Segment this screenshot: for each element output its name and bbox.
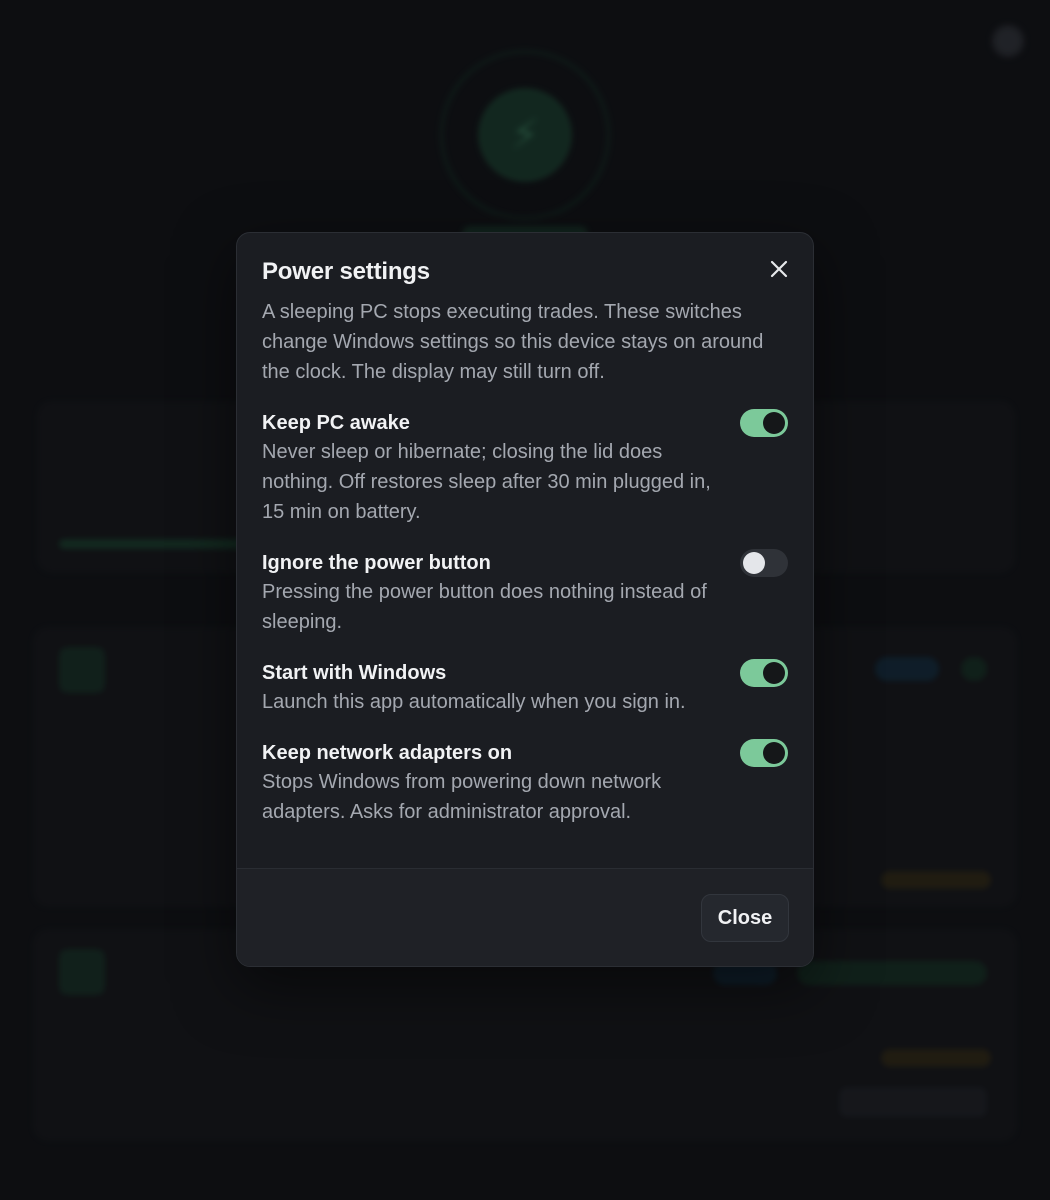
setting-description: Never sleep or hibernate; closing the li… (262, 441, 711, 523)
setting-description: Pressing the power button does nothing i… (262, 581, 707, 633)
setting-title: Ignore the power button (262, 552, 491, 574)
setting-keep-network-adapters-on: Keep network adapters on Stops Windows f… (262, 739, 788, 827)
setting-title: Keep network adapters on (262, 742, 513, 764)
close-icon[interactable] (767, 257, 791, 281)
setting-ignore-power-button: Ignore the power button Pressing the pow… (262, 549, 788, 637)
start-with-windows-toggle[interactable] (740, 659, 788, 687)
keep-network-adapters-on-toggle[interactable] (740, 739, 788, 767)
dialog-description: A sleeping PC stops executing trades. Th… (262, 301, 764, 383)
setting-keep-pc-awake: Keep PC awake Never sleep or hibernate; … (262, 409, 788, 527)
close-button[interactable]: Close (701, 894, 789, 942)
toggle-knob (763, 742, 785, 764)
setting-title: Keep PC awake (262, 412, 410, 434)
setting-description: Stops Windows from powering down network… (262, 771, 662, 823)
setting-description: Launch this app automatically when you s… (262, 691, 686, 713)
ignore-power-button-toggle[interactable] (740, 549, 788, 577)
toggle-knob (763, 662, 785, 684)
setting-start-with-windows: Start with Windows Launch this app autom… (262, 659, 788, 717)
power-settings-dialog: Power settings A sleeping PC stops execu… (236, 232, 814, 967)
toggle-knob (763, 412, 785, 434)
toggle-knob (743, 552, 765, 574)
keep-pc-awake-toggle[interactable] (740, 409, 788, 437)
dialog-footer: Close (237, 868, 813, 966)
dialog-title: Power settings (262, 258, 430, 285)
setting-title: Start with Windows (262, 662, 447, 684)
